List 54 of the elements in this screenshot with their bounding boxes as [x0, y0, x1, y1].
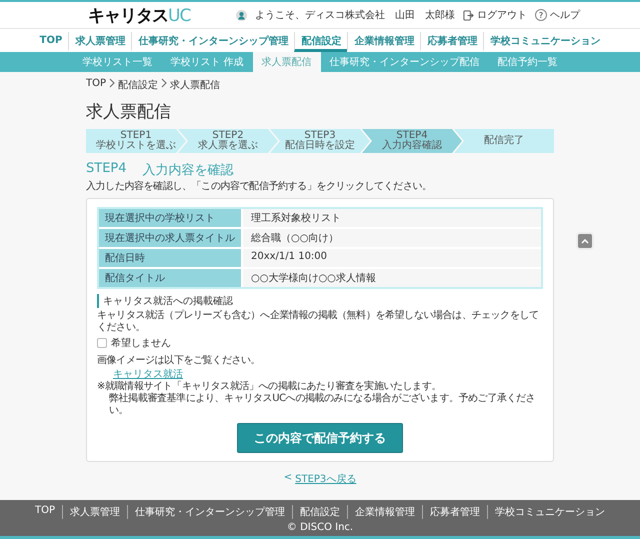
table-cell: ○○大学様向け○○求人情報	[243, 269, 541, 287]
table-header-cell: 現在選択中の学校リスト	[99, 209, 241, 227]
footer-link[interactable]: 応募者管理	[422, 505, 487, 519]
logout-link[interactable]: ログアウト	[463, 8, 527, 22]
instruction-text: 入力した内容を確認し、「この内容で配信予約する」をクリックしてください。	[86, 181, 433, 193]
step-indicator: STEP1 学校リストを選ぶ	[86, 129, 186, 153]
scroll-top-button[interactable]	[576, 232, 594, 250]
note-text: 弊社掲載審査基準により、キャリタスUCへの掲載のみになる場合がございます。予めご了承ください。	[108, 393, 536, 417]
caret-up-icon	[581, 238, 589, 244]
footer-link[interactable]: 企業情報管理	[347, 505, 422, 519]
footer-link[interactable]: TOP	[28, 505, 62, 519]
footer-link[interactable]: 求人票管理	[62, 505, 127, 519]
sub-nav-tab[interactable]: 学校リスト一覧	[73, 52, 162, 72]
posting-text: キャリタス就活（プレリーズも含む）へ企業情報の掲載（無料）を希望しない場合は、チェックをしてください。	[97, 310, 540, 334]
sub-nav-tab[interactable]: 学校リスト 作成	[161, 52, 253, 72]
copyright: © DISCO Inc.	[286, 522, 354, 533]
chevron-icon	[161, 78, 168, 88]
help-link[interactable]: ? ヘルプ	[535, 8, 580, 22]
back-link[interactable]: STEP3へ戻る	[295, 472, 356, 486]
welcome-text: ようこそ、ディスコ株式会社 山田 太郎様	[255, 8, 455, 22]
section-heading: STEP4 入力内容を確認	[86, 161, 235, 179]
table-cell: 20xx/1/1 10:00	[243, 249, 541, 267]
checkbox-label[interactable]: 希望しません	[111, 336, 171, 350]
page-title: 求人票配信	[86, 101, 172, 123]
nav-tab[interactable]: TOP	[34, 32, 68, 52]
subsection-heading: キャリタス就活への掲載確認	[97, 294, 543, 308]
logout-icon	[463, 10, 474, 20]
breadcrumb-item[interactable]: 配信設定	[118, 78, 158, 92]
table-cell: 総合職（○○向け）	[243, 229, 541, 247]
site-link[interactable]: キャリタス就活	[113, 367, 543, 381]
step-indicator: STEP2 求人票を選ぶ	[178, 129, 278, 153]
logo[interactable]: キャリタスUC	[88, 4, 190, 26]
table-header-cell: 配信日時	[99, 249, 241, 267]
footer-link[interactable]: 仕事研究・インターンシップ管理	[127, 505, 292, 519]
breadcrumb-item: 求人票配信	[170, 78, 220, 92]
breadcrumb-item[interactable]: TOP	[86, 78, 106, 92]
user-icon	[236, 10, 247, 20]
checkbox[interactable]	[97, 338, 107, 348]
note-text: ※就職情報サイト「キャリタス就活」への掲載にあたり審査を実施いたします。	[97, 381, 442, 392]
reserve-button[interactable]: この内容で配信予約する	[237, 423, 403, 453]
sub-nav-tab[interactable]: 配信予約一覧	[488, 52, 567, 72]
sub-nav-tab[interactable]: 求人票配信	[252, 52, 321, 72]
step-indicator: 配信完了	[454, 129, 554, 153]
table-cell: 理工系対象校リスト	[243, 209, 541, 227]
footer-link[interactable]: 配信設定	[292, 505, 347, 519]
step-indicator: STEP4 入力内容確認	[362, 129, 462, 153]
back-arrow: <	[284, 472, 292, 485]
chevron-icon	[109, 78, 116, 88]
image-note: 画像イメージは以下をご覧ください。	[97, 355, 262, 367]
table-header-cell: 現在選択中の求人票タイトル	[99, 229, 241, 247]
table-header-cell: 配信タイトル	[99, 269, 241, 287]
footer-link[interactable]: 学校コミュニケーション	[487, 505, 612, 519]
step-indicator: STEP3 配信日時を設定	[270, 129, 370, 153]
sub-nav-tab[interactable]: 仕事研究・インターンシップ配信	[320, 52, 489, 72]
